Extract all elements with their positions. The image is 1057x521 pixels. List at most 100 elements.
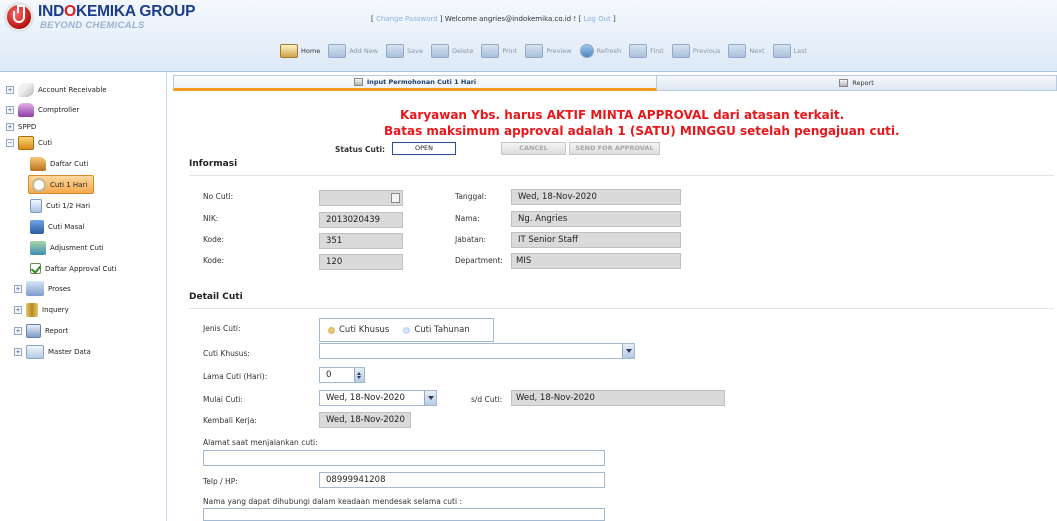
section-detail-cuti-title: Detail Cuti xyxy=(189,292,243,302)
change-password-link[interactable]: Change Password xyxy=(376,15,438,23)
expand-icon[interactable]: + xyxy=(14,326,22,335)
next-button[interactable]: Next xyxy=(726,41,768,61)
mulai-cuti-label: Mulai Cuti: xyxy=(203,395,243,404)
brand-name: INDOKEMIKA GROUP xyxy=(38,3,196,20)
lama-cuti-stepper[interactable]: 0 xyxy=(319,367,365,383)
tab-bar: Input Permohonan Cuti 1 Hari Report xyxy=(173,75,1057,91)
kode-label-1: Kode: xyxy=(203,235,225,244)
sidebar-item-account-receivable[interactable]: + Account Receivable xyxy=(6,80,107,99)
status-cuti-label: Status Cuti: xyxy=(335,145,386,154)
sidebar-item-cuti-masal[interactable]: Cuti Masal xyxy=(30,217,84,236)
preview-icon xyxy=(525,44,544,58)
kembali-kerja-label: Kembali Kerja: xyxy=(203,416,257,425)
cuti-1-hari-icon xyxy=(32,177,46,192)
sidebar-item-cuti[interactable]: − Cuti xyxy=(6,133,52,152)
spinner-icon[interactable] xyxy=(354,368,364,382)
brand-tagline: BEYOND CHEMICALS xyxy=(40,20,145,31)
print-icon xyxy=(481,44,500,58)
sidebar-item-cuti-half-hari[interactable]: Cuti 1/2 Hari xyxy=(30,196,90,215)
sd-cuti-field: Wed, 18-Nov-2020 xyxy=(511,390,725,406)
cancel-button[interactable]: CANCEL xyxy=(501,142,566,155)
save-button[interactable]: Save xyxy=(384,41,427,61)
pencil-icon xyxy=(353,78,363,86)
add-new-button[interactable]: Add New xyxy=(326,41,382,61)
inquery-icon xyxy=(26,302,38,317)
telp-input[interactable]: 08999941208 xyxy=(319,472,605,488)
section-informasi-title: Informasi xyxy=(189,159,238,169)
previous-button[interactable]: Previous xyxy=(670,41,724,61)
calendar-dropdown-icon[interactable] xyxy=(424,391,436,405)
main-form: Karyawan Ybs. harus AKTIF MINTA APPROVAL… xyxy=(173,91,1057,521)
sidebar-item-cuti-1-hari[interactable]: Cuti 1 Hari xyxy=(28,175,95,194)
first-icon xyxy=(629,44,648,58)
sidebar-item-adjusment-cuti[interactable]: Adjusment Cuti xyxy=(30,238,104,257)
company-logo-icon xyxy=(5,3,33,31)
next-icon xyxy=(728,44,747,58)
expand-icon[interactable]: + xyxy=(6,122,14,131)
first-button[interactable]: First xyxy=(627,41,668,61)
sidebar-item-inquery[interactable]: + Inquery xyxy=(14,300,69,319)
warning-line-1: Karyawan Ybs. harus AKTIF MINTA APPROVAL… xyxy=(400,108,845,122)
lookup-icon[interactable] xyxy=(391,193,400,203)
warning-line-2: Batas maksimum approval adalah 1 (SATU) … xyxy=(384,124,900,138)
radio-cuti-tahunan[interactable]: Cuti Tahunan xyxy=(403,325,470,335)
expand-icon[interactable]: + xyxy=(14,347,22,356)
cuti-masal-icon xyxy=(30,219,44,234)
preview-button[interactable]: Preview xyxy=(523,41,575,61)
collapse-icon[interactable]: − xyxy=(6,138,14,147)
sidebar-item-proses[interactable]: + Proses xyxy=(14,279,71,298)
cuti-khusus-label: Cuti Khusus: xyxy=(203,349,250,358)
send-for-approval-button[interactable]: SEND FOR APPROVAL xyxy=(569,142,660,155)
delete-button[interactable]: Delete xyxy=(429,41,477,61)
kode-field-1: 351 xyxy=(319,233,403,249)
report-icon xyxy=(26,323,41,338)
mulai-cuti-date[interactable]: Wed, 18-Nov-2020 xyxy=(319,390,437,406)
lama-cuti-label: Lama Cuti (Hari): xyxy=(203,372,268,381)
adjusment-cuti-icon xyxy=(30,240,46,255)
kembali-kerja-field: Wed, 18-Nov-2020 xyxy=(319,412,411,428)
account-receivable-icon xyxy=(18,82,34,97)
sidebar-item-daftar-approval-cuti[interactable]: Daftar Approval Cuti xyxy=(30,259,116,278)
no-cuti-field[interactable] xyxy=(319,190,403,206)
tab-input-permohonan[interactable]: Input Permohonan Cuti 1 Hari xyxy=(173,75,657,91)
user-bar: [ Change Password ] Welcome angries@indo… xyxy=(371,15,616,23)
sidebar-item-daftar-cuti[interactable]: Daftar Cuti xyxy=(30,154,88,173)
last-icon xyxy=(772,44,791,58)
status-cuti-value: OPEN xyxy=(392,142,456,155)
tanggal-field: Wed, 18-Nov-2020 xyxy=(511,189,681,205)
home-button[interactable]: Home xyxy=(278,41,324,61)
expand-icon[interactable]: + xyxy=(6,105,14,114)
kontak-darurat-input[interactable] xyxy=(203,508,605,521)
sidebar-item-master-data[interactable]: + Master Data xyxy=(14,342,91,361)
expand-icon[interactable]: + xyxy=(14,305,22,314)
comptroller-icon xyxy=(18,102,34,117)
expand-icon[interactable]: + xyxy=(14,284,22,293)
sidebar: + Account Receivable + Comptroller + SPP… xyxy=(0,72,167,521)
tanggal-label: Tanggal: xyxy=(455,192,487,201)
alamat-input[interactable] xyxy=(203,450,605,466)
refresh-button[interactable]: Refresh xyxy=(578,41,626,61)
chevron-down-icon[interactable] xyxy=(622,344,634,358)
cuti-khusus-select[interactable] xyxy=(319,343,635,359)
print-button[interactable]: Print xyxy=(479,41,521,61)
add-new-icon xyxy=(328,44,347,58)
expand-icon[interactable]: + xyxy=(6,85,14,94)
nik-label: NIK: xyxy=(203,214,219,223)
tab-report[interactable]: Report xyxy=(657,75,1057,91)
jenis-cuti-label: Jenis Cuti: xyxy=(203,324,241,333)
save-icon xyxy=(386,44,405,58)
jabatan-field: IT Senior Staff xyxy=(511,232,681,248)
department-field: MIS xyxy=(511,253,681,269)
sidebar-item-report[interactable]: + Report xyxy=(14,321,68,340)
logout-link[interactable]: Log Out xyxy=(583,15,610,23)
kode-field-2: 120 xyxy=(319,254,403,270)
sd-cuti-label: s/d Cuti: xyxy=(471,395,503,404)
radio-selected-icon xyxy=(328,326,335,334)
radio-cuti-khusus[interactable]: Cuti Khusus xyxy=(328,325,389,335)
radio-unselected-icon xyxy=(403,326,411,334)
previous-icon xyxy=(671,44,690,58)
kontak-darurat-label: Nama yang dapat dihubungi dalam keadaan … xyxy=(203,497,462,506)
proses-icon xyxy=(26,281,44,296)
last-button[interactable]: Last xyxy=(771,41,812,61)
approval-check-icon xyxy=(30,263,41,274)
